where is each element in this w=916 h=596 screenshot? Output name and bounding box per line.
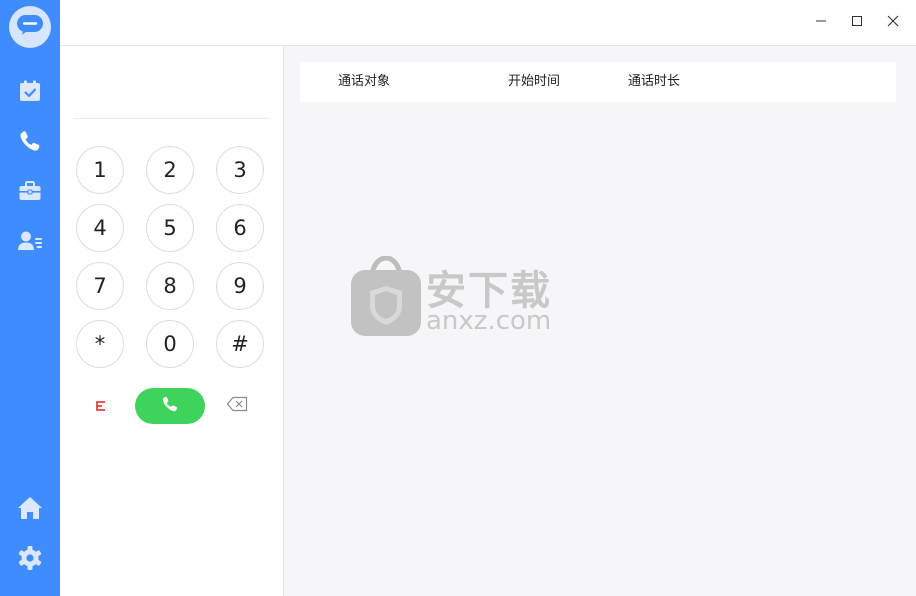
close-button[interactable] xyxy=(881,10,905,32)
sidebar-item-settings[interactable] xyxy=(14,544,46,576)
dial-pane: 1 2 3 4 5 6 7 8 9 * 0 # xyxy=(60,46,284,596)
dial-key-8[interactable]: 8 xyxy=(146,262,194,310)
dial-number-input[interactable] xyxy=(74,46,269,119)
close-icon xyxy=(887,12,899,31)
dial-key-2[interactable]: 2 xyxy=(146,146,194,194)
gear-icon xyxy=(17,545,43,575)
watermark-domain: anxz.com xyxy=(426,306,552,336)
contacts-icon xyxy=(17,229,43,257)
briefcase-icon xyxy=(18,179,42,207)
sidebar-item-workbench[interactable] xyxy=(14,177,46,209)
sidebar-item-phone[interactable] xyxy=(14,127,46,159)
column-header-start-time[interactable]: 开始时间 xyxy=(508,62,560,102)
minimize-button[interactable] xyxy=(809,10,833,32)
backspace-icon xyxy=(226,396,248,416)
dial-key-4[interactable]: 4 xyxy=(76,204,124,252)
column-header-duration[interactable]: 通话时长 xyxy=(628,62,680,102)
phone-icon xyxy=(18,129,42,157)
transfer-button[interactable] xyxy=(88,394,114,418)
dial-key-5[interactable]: 5 xyxy=(146,204,194,252)
call-button[interactable] xyxy=(135,388,205,424)
backspace-button[interactable] xyxy=(224,394,250,418)
dial-key-star[interactable]: * xyxy=(76,320,124,368)
bracket-icon xyxy=(95,397,107,416)
dial-key-3[interactable]: 3 xyxy=(216,146,264,194)
minimize-icon xyxy=(815,12,827,31)
title-bar xyxy=(60,0,916,46)
app-logo[interactable] xyxy=(9,6,51,48)
table-header: 通话对象 开始时间 通话时长 xyxy=(300,62,896,102)
sidebar-item-home[interactable] xyxy=(14,494,46,526)
dial-key-1[interactable]: 1 xyxy=(76,146,124,194)
sidebar xyxy=(0,0,60,596)
watermark: 安下载 anxz.com xyxy=(350,255,570,342)
shield-bag-icon xyxy=(350,255,422,342)
dial-key-6[interactable]: 6 xyxy=(216,204,264,252)
sidebar-item-schedule[interactable] xyxy=(14,77,46,109)
dial-key-hash[interactable]: # xyxy=(216,320,264,368)
dial-key-7[interactable]: 7 xyxy=(76,262,124,310)
sidebar-item-contacts[interactable] xyxy=(14,227,46,259)
chat-bubble-icon xyxy=(16,14,44,40)
home-icon xyxy=(17,495,43,525)
maximize-button[interactable] xyxy=(845,10,869,32)
column-header-contact[interactable]: 通话对象 xyxy=(338,62,390,102)
dial-key-9[interactable]: 9 xyxy=(216,262,264,310)
dial-key-0[interactable]: 0 xyxy=(146,320,194,368)
maximize-icon xyxy=(851,12,863,31)
phone-icon xyxy=(161,395,179,417)
call-records-panel: 通话对象 开始时间 通话时长 安下载 anxz.com xyxy=(284,46,916,596)
calendar-check-icon xyxy=(18,79,42,107)
